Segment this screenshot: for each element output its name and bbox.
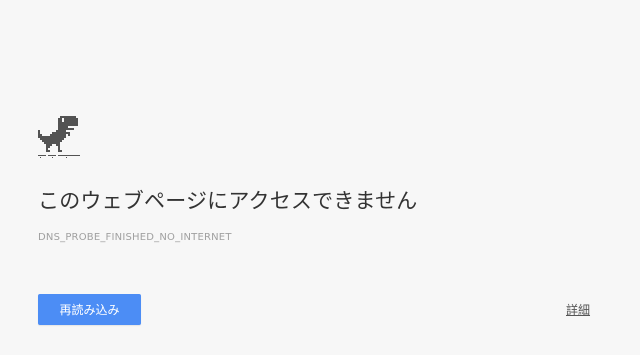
- error-page: このウェブページにアクセスできません DNS_PROBE_FINISHED_NO…: [0, 0, 640, 355]
- reload-button[interactable]: 再読み込み: [38, 294, 141, 325]
- error-code: DNS_PROBE_FINISHED_NO_INTERNET: [38, 232, 232, 243]
- details-link[interactable]: 詳細: [566, 301, 590, 318]
- dinosaur-icon-graphic: [38, 116, 80, 158]
- page-title: このウェブページにアクセスできません: [38, 189, 418, 213]
- offline-dinosaur-icon: [38, 116, 80, 158]
